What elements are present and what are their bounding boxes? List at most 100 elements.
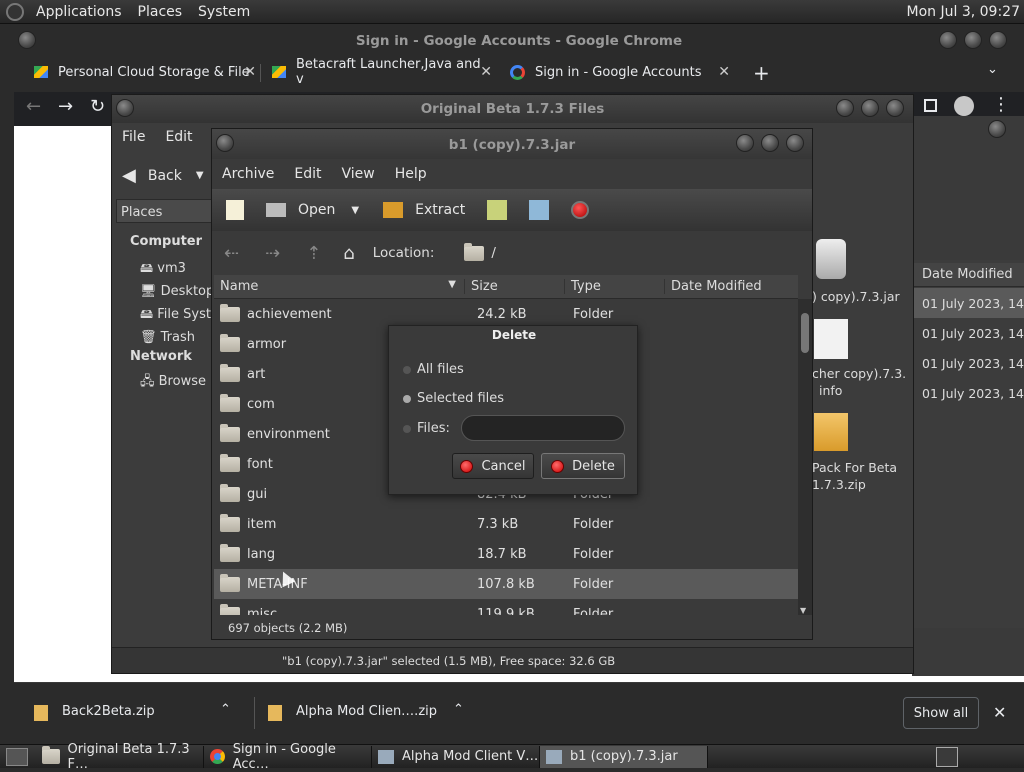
- radio-selected-files[interactable]: Selected files: [403, 391, 504, 406]
- sort-arrow-icon: ▼: [448, 279, 456, 290]
- sidebar-item-desktop[interactable]: 🖥 Desktop: [140, 280, 214, 303]
- column-date-modified[interactable]: Date Modified: [914, 263, 1024, 287]
- more-menu-icon[interactable]: ⋮: [992, 94, 1010, 115]
- date-cell[interactable]: 01 July 2023, 14:12: [914, 348, 1024, 378]
- radio-files[interactable]: Files:: [403, 421, 450, 436]
- scrollbar-thumb[interactable]: [801, 313, 809, 353]
- file-label[interactable]: ) copy).7.3.jar: [812, 289, 900, 304]
- close-button[interactable]: [886, 99, 904, 117]
- minimize-button[interactable]: [939, 31, 957, 49]
- column-date-modified[interactable]: Date Modified: [664, 279, 798, 294]
- column-type[interactable]: Type: [564, 279, 664, 294]
- show-all-button[interactable]: Show all: [903, 697, 979, 729]
- workspace-switcher[interactable]: [936, 747, 958, 767]
- extract-button[interactable]: Extract: [415, 202, 465, 218]
- taskbar-item-chrome[interactable]: Sign in - Google Acc…: [204, 742, 372, 772]
- new-tab-button[interactable]: +: [753, 61, 770, 85]
- add-files-icon[interactable]: [487, 200, 508, 220]
- table-row[interactable]: misc 119.9 kB Folder: [214, 599, 798, 615]
- table-row[interactable]: lang 18.7 kB Folder: [214, 539, 798, 569]
- date-cell[interactable]: 01 July 2023, 14:12: [914, 288, 1024, 318]
- column-size[interactable]: Size: [464, 279, 564, 294]
- open-icon[interactable]: [266, 203, 286, 217]
- clock[interactable]: Mon Jul 3, 09:27: [907, 4, 1020, 20]
- close-tab-icon[interactable]: ✕: [480, 64, 492, 80]
- close-tab-icon[interactable]: ✕: [244, 64, 256, 80]
- close-button[interactable]: [989, 31, 1007, 49]
- scroll-down-icon[interactable]: ▼: [800, 606, 806, 615]
- extract-icon[interactable]: [383, 202, 404, 218]
- taskbar-item-file-manager[interactable]: Original Beta 1.7.3 F…: [36, 742, 204, 772]
- open-button[interactable]: Open: [298, 202, 335, 218]
- side-panel-icon[interactable]: [924, 99, 937, 112]
- table-row[interactable]: META-INF 107.8 kB Folder: [214, 569, 798, 599]
- applications-menu[interactable]: Applications: [28, 4, 130, 20]
- sidebar-item-browse-network[interactable]: 🖧 Browse: [140, 372, 206, 394]
- menu-logo-icon[interactable]: [6, 2, 24, 21]
- scrollbar[interactable]: ▼: [798, 299, 812, 615]
- radio-all-files[interactable]: All files: [403, 362, 464, 377]
- date-cell[interactable]: 01 July 2023, 14:12: [914, 318, 1024, 348]
- download-item[interactable]: Back2Beta.zip: [62, 704, 155, 719]
- maximize-button[interactable]: [861, 99, 879, 117]
- menu-help[interactable]: Help: [385, 166, 437, 182]
- menu-archive[interactable]: Archive: [212, 166, 284, 182]
- close-shelf-icon[interactable]: ✕: [993, 703, 1006, 722]
- location-up-icon[interactable]: ⇡: [306, 243, 321, 264]
- sidebar-item-vm3[interactable]: 🖴 vm3: [140, 257, 214, 280]
- menu-file[interactable]: File: [112, 129, 155, 145]
- maximize-button[interactable]: [761, 134, 779, 152]
- delete-button[interactable]: Delete: [541, 453, 625, 479]
- back-arrow-icon[interactable]: ←: [26, 96, 41, 117]
- close-button[interactable]: [786, 134, 804, 152]
- minimize-button[interactable]: [836, 99, 854, 117]
- file-label[interactable]: Pack For Beta: [812, 460, 897, 475]
- menu-view[interactable]: View: [332, 166, 385, 182]
- file-label[interactable]: info: [819, 383, 842, 398]
- sidebar-item-filesystem[interactable]: 🖴 File Syst: [140, 303, 214, 326]
- taskbar-item-alpha-mod[interactable]: Alpha Mod Client V…: [372, 745, 540, 768]
- file-label[interactable]: 1.7.3.zip: [812, 477, 866, 492]
- open-dropdown-icon[interactable]: ▼: [351, 205, 359, 216]
- system-menu[interactable]: System: [190, 4, 258, 20]
- table-row[interactable]: item 7.3 kB Folder: [214, 509, 798, 539]
- maximize-button[interactable]: [964, 31, 982, 49]
- forward-arrow-icon[interactable]: →: [58, 96, 73, 117]
- menu-edit[interactable]: Edit: [155, 129, 202, 145]
- close-tab-icon[interactable]: ✕: [718, 64, 730, 80]
- new-archive-icon[interactable]: [226, 200, 244, 220]
- home-icon[interactable]: ⌂: [343, 243, 354, 264]
- minimize-button[interactable]: [736, 134, 754, 152]
- sidebar-item-trash[interactable]: 🗑 Trash: [140, 326, 214, 349]
- location-path[interactable]: /: [491, 245, 496, 261]
- back-dropdown-icon[interactable]: ▼: [196, 170, 204, 181]
- back-icon[interactable]: ◀: [122, 165, 136, 186]
- tab-personal-cloud[interactable]: Personal Cloud Storage & File ✕: [34, 58, 256, 86]
- column-name[interactable]: Name ▼: [214, 279, 464, 294]
- profile-avatar[interactable]: [954, 96, 974, 116]
- cancel-button[interactable]: Cancel: [452, 453, 534, 479]
- date-cell[interactable]: 01 July 2023, 14:12: [914, 378, 1024, 408]
- tab-search-chevron-icon[interactable]: ⌄: [987, 62, 998, 77]
- show-desktop-icon[interactable]: [6, 747, 28, 766]
- download-chevron-icon[interactable]: ⌃: [453, 702, 464, 717]
- zip-file-icon[interactable]: [814, 413, 848, 451]
- tab-sign-in[interactable]: Sign in - Google Accounts ✕: [510, 58, 730, 86]
- location-forward-icon[interactable]: ⇢: [265, 243, 280, 264]
- tab-betacraft[interactable]: Betacraft Launcher,Java and v ✕: [272, 57, 492, 87]
- location-back-icon[interactable]: ⇠: [224, 243, 239, 264]
- places-menu[interactable]: Places: [130, 4, 191, 20]
- jar-file-icon[interactable]: [816, 239, 846, 279]
- places-selector[interactable]: Places: [116, 199, 212, 223]
- stop-icon[interactable]: [571, 201, 590, 219]
- reload-icon[interactable]: ↻: [90, 96, 105, 117]
- download-item[interactable]: Alpha Mod Clien….zip: [296, 704, 437, 719]
- files-pattern-input[interactable]: [461, 415, 625, 441]
- file-label[interactable]: cher copy).7.3.: [812, 366, 906, 381]
- menu-edit[interactable]: Edit: [284, 166, 331, 182]
- text-file-icon[interactable]: [814, 319, 848, 359]
- download-chevron-icon[interactable]: ⌃: [220, 702, 231, 717]
- taskbar-item-archive[interactable]: b1 (copy).7.3.jar: [540, 745, 708, 768]
- back-button[interactable]: Back: [148, 168, 182, 184]
- add-folder-icon[interactable]: [529, 200, 550, 220]
